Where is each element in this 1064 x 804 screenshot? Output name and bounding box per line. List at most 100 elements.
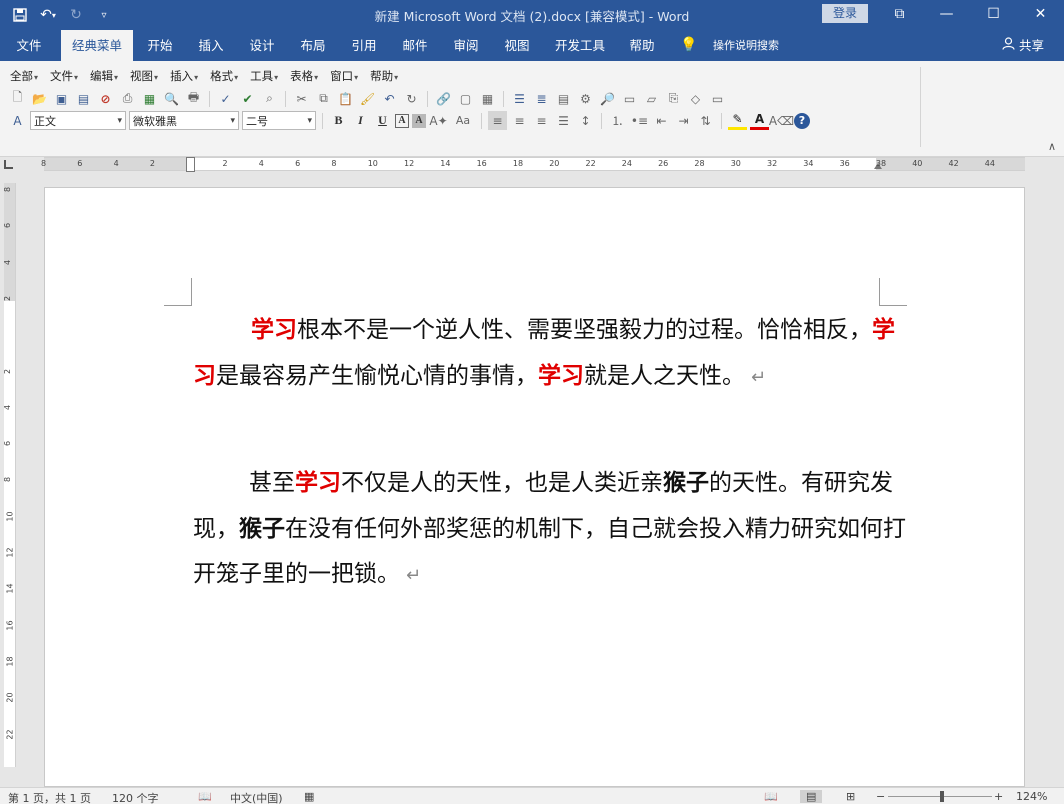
customize-qat-icon[interactable]: ▿ [92, 4, 116, 26]
menu-table[interactable]: 表格 [290, 68, 318, 84]
show-hide-icon[interactable]: ⚙ [576, 89, 595, 108]
maximize-icon[interactable]: ☐ [970, 0, 1017, 28]
grammar-icon[interactable]: ✔ [238, 89, 257, 108]
paragraph-2[interactable]: 甚至学习不仅是人的天性，也是人类近亲猴子的天性。有研究发现，猴子在没有任何外部奖… [193, 461, 913, 599]
zoom-preview-icon[interactable]: 🔍 [162, 89, 181, 108]
print-icon[interactable]: ▦ [140, 89, 159, 108]
print-layout-icon[interactable]: ▤ [800, 790, 823, 803]
tab-developer[interactable]: 开发工具 [548, 30, 612, 61]
print-options-icon[interactable]: 🖶 [184, 89, 203, 108]
indent-marker[interactable] [186, 157, 195, 172]
tab-selector-icon[interactable] [4, 160, 13, 169]
research-icon[interactable]: ⌕ [260, 89, 279, 108]
redo-icon[interactable]: ↻ [64, 4, 88, 26]
italic-button[interactable]: I [351, 111, 370, 130]
underline-button[interactable]: U [373, 111, 392, 130]
tab-mailings[interactable]: 邮件 [395, 30, 435, 61]
menu-file[interactable]: 文件 [50, 68, 78, 84]
save-icon[interactable] [8, 4, 32, 26]
tab-review[interactable]: 审阅 [446, 30, 486, 61]
hyperlink-icon[interactable]: 🔗 [434, 89, 453, 108]
menu-format[interactable]: 格式 [210, 68, 238, 84]
menu-view[interactable]: 视图 [130, 68, 158, 84]
page-count[interactable]: 第 1 页，共 1 页 [8, 790, 91, 804]
highlight-icon[interactable]: ✎ [728, 111, 747, 130]
menu-help[interactable]: 帮助 [370, 68, 398, 84]
ribbon-display-options-icon[interactable]: ⧉ [876, 0, 923, 28]
table-icon[interactable]: ▦ [478, 89, 497, 108]
character-border-button[interactable]: A [395, 113, 409, 128]
align-right-icon[interactable]: ≡ [532, 111, 551, 130]
tab-view[interactable]: 视图 [497, 30, 537, 61]
text-effects-icon[interactable]: A✦ [429, 111, 448, 130]
tab-home[interactable]: 开始 [140, 30, 180, 61]
track-changes-icon[interactable]: ⎘ [664, 89, 683, 108]
web-layout-icon[interactable]: ⊞ [846, 790, 855, 803]
share-button[interactable]: 共享 [1002, 30, 1044, 61]
document-page[interactable]: 学习根本不是一个逆人性、需要坚强毅力的过程。恰恰相反，学习是最容易产生愉悦心情的… [44, 187, 1025, 787]
close-icon[interactable]: ✕ [1017, 0, 1064, 28]
undo-icon[interactable]: ↶ ▾ [36, 4, 60, 26]
collapse-ribbon-icon[interactable]: ∧ [1048, 140, 1056, 153]
zoom-icon[interactable]: 🔎 [598, 89, 617, 108]
align-left-icon[interactable]: ≡ [488, 111, 507, 130]
permission-icon[interactable]: ⊘ [96, 89, 115, 108]
open-folder-icon[interactable]: 📂 [30, 89, 49, 108]
menu-window[interactable]: 窗口 [330, 68, 358, 84]
borders-icon[interactable]: ▢ [456, 89, 475, 108]
macro-icon[interactable]: ▦ [304, 790, 314, 803]
cut-icon[interactable]: ✂ [292, 89, 311, 108]
bullets-icon[interactable]: •≡ [630, 111, 649, 130]
format-painter-icon[interactable]: 🖌 [358, 89, 377, 108]
vertical-ruler[interactable]: 8 6 4 2 2 4 6 8 10 12 14 16 18 20 22 [3, 183, 16, 767]
columns-icon[interactable]: ☰ [510, 89, 529, 108]
paste-icon[interactable]: 📋 [336, 89, 355, 108]
styles-pane-icon[interactable]: A [8, 111, 27, 130]
new-document-icon[interactable]: 🗋 [8, 89, 27, 108]
sort-icon[interactable]: ⇅ [696, 111, 715, 130]
comment-icon[interactable]: ▱ [642, 89, 661, 108]
minimize-icon[interactable]: — [923, 0, 970, 28]
drawing-icon[interactable]: ≣ [532, 89, 551, 108]
tell-me-search[interactable]: 操作说明搜索 [704, 30, 788, 61]
proofing-icon[interactable]: 📖 [198, 790, 212, 803]
textbox-icon[interactable]: ▭ [708, 89, 727, 108]
tab-help[interactable]: 帮助 [622, 30, 662, 61]
save-as-icon[interactable]: ▤ [74, 89, 93, 108]
font-family-dropdown[interactable]: 微软雅黑 ▾ [129, 111, 239, 130]
decrease-indent-icon[interactable]: ⇤ [652, 111, 671, 130]
align-center-icon[interactable]: ≡ [510, 111, 529, 130]
font-size-dropdown[interactable]: 二号 ▾ [242, 111, 316, 130]
tab-classic-menu[interactable]: 经典菜单 [61, 30, 133, 61]
style-dropdown[interactable]: 正文 ▾ [30, 111, 126, 130]
print-preview-icon[interactable]: ⎙ [118, 89, 137, 108]
help-icon[interactable]: ? [794, 112, 810, 129]
menu-insert[interactable]: 插入 [170, 68, 198, 84]
undo-icon[interactable]: ↶ [380, 89, 399, 108]
character-shading-button[interactable]: A [412, 113, 426, 128]
language[interactable]: 中文(中国) [230, 790, 283, 804]
change-case-button[interactable]: Aa [451, 111, 475, 130]
menu-tools[interactable]: 工具 [250, 68, 278, 84]
tab-layout[interactable]: 布局 [293, 30, 333, 61]
login-button[interactable]: 登录 [822, 4, 868, 23]
clear-format-icon[interactable]: A⌫ [769, 111, 794, 130]
zoom-out-icon[interactable]: − [876, 790, 885, 803]
increase-indent-icon[interactable]: ⇥ [674, 111, 693, 130]
justify-icon[interactable]: ☰ [554, 111, 573, 130]
word-count[interactable]: 120 个字 [112, 790, 159, 804]
copy-icon[interactable]: ⧉ [314, 89, 333, 108]
numbering-icon[interactable]: ⒈ [608, 111, 627, 130]
tab-file[interactable]: 文件 [8, 30, 50, 61]
reading-mode-icon[interactable]: ▭ [620, 89, 639, 108]
read-mode-icon[interactable]: 📖 [764, 790, 778, 803]
save-icon[interactable]: ▣ [52, 89, 71, 108]
tab-insert[interactable]: 插入 [191, 30, 231, 61]
menu-all[interactable]: 全部 [10, 68, 38, 84]
bold-button[interactable]: B [329, 111, 348, 130]
menu-edit[interactable]: 编辑 [90, 68, 118, 84]
redo-icon[interactable]: ↻ [402, 89, 421, 108]
document-map-icon[interactable]: ▤ [554, 89, 573, 108]
font-color-icon[interactable]: A [750, 111, 769, 130]
zoom-level[interactable]: 124% [1016, 790, 1047, 803]
